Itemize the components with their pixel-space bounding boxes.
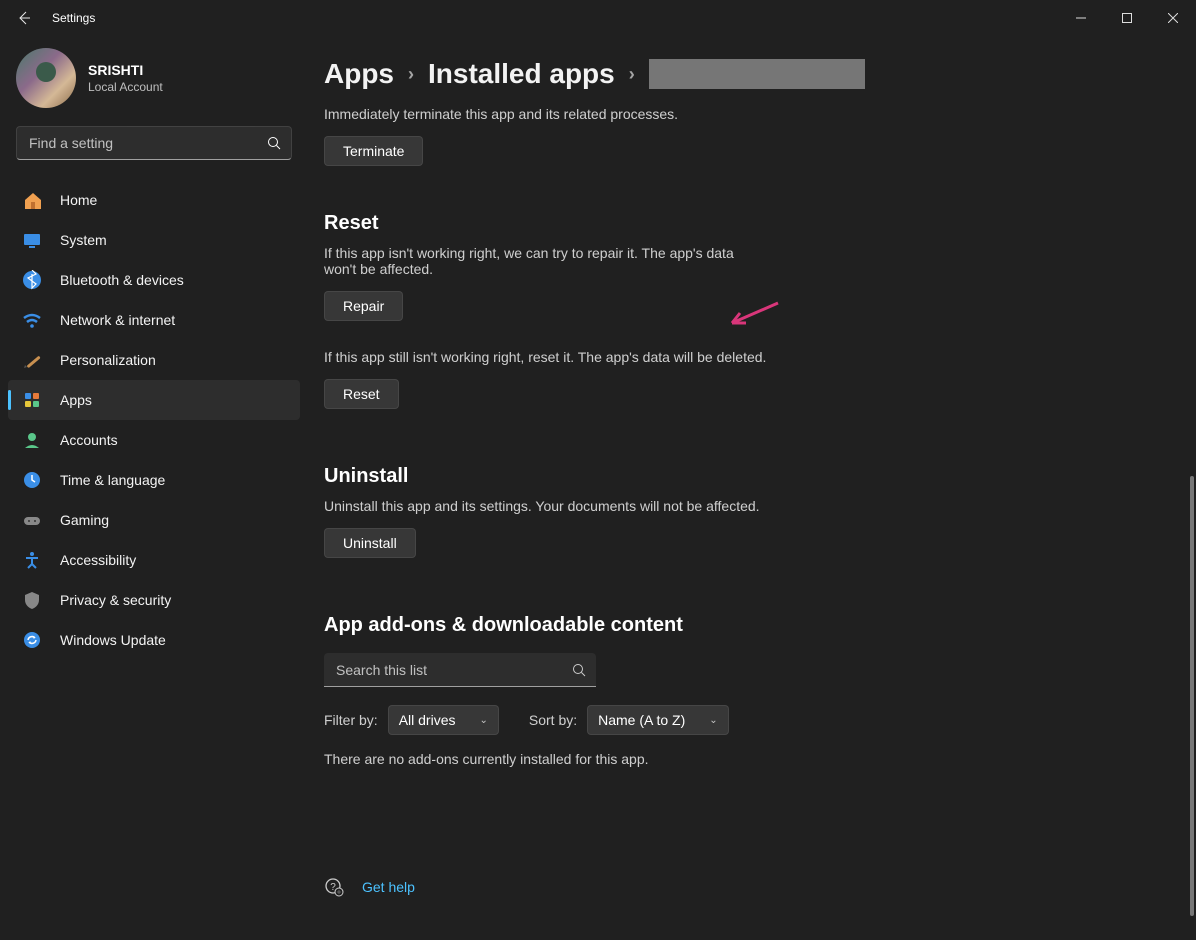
reset-button[interactable]: Reset [324,379,399,409]
sidebar-item-personalization[interactable]: Personalization [8,340,300,380]
sidebar-item-label: Accessibility [60,552,136,568]
filter-label: Filter by: [324,712,378,728]
back-button[interactable] [0,0,48,36]
sidebar-item-label: Privacy & security [60,592,171,608]
sidebar: SRISHTI Local Account Home System Bluetoot… [0,36,308,940]
profile-name: SRISHTI [88,62,163,78]
content: Apps › Installed apps › Immediately term… [308,36,1196,940]
chevron-down-icon: ⌄ [709,715,717,726]
help-icon: ? [324,877,344,897]
crumb-apps[interactable]: Apps [324,58,394,90]
sidebar-item-label: Gaming [60,512,109,528]
search-icon [572,663,586,677]
maximize-button[interactable] [1104,2,1150,34]
avatar [16,48,76,108]
get-help-link[interactable]: Get help [362,879,415,895]
sidebar-item-system[interactable]: System [8,220,300,260]
chevron-down-icon: ⌄ [479,715,487,726]
nav-list: Home System Bluetooth & devices Network & i… [0,180,308,660]
profile-block[interactable]: SRISHTI Local Account [0,44,308,126]
sort-value: Name (A to Z) [598,712,685,728]
sidebar-item-home[interactable]: Home [8,180,300,220]
sort-label: Sort by: [529,712,577,728]
sidebar-item-label: Network & internet [60,312,175,328]
maximize-icon [1122,13,1132,23]
privacy-icon [22,590,42,610]
sidebar-item-accounts[interactable]: Accounts [8,420,300,460]
repair-description: If this app isn't working right, we can … [324,245,744,277]
sidebar-item-update[interactable]: Windows Update [8,620,300,660]
sidebar-item-time[interactable]: Time & language [8,460,300,500]
sidebar-item-apps[interactable]: Apps [8,380,300,420]
system-icon [22,230,42,250]
uninstall-button[interactable]: Uninstall [324,528,416,558]
accounts-icon [22,430,42,450]
window-title: Settings [52,11,95,25]
network-icon [22,310,42,330]
sidebar-item-label: Home [60,192,97,208]
filter-dropdown[interactable]: All drives ⌄ [388,705,499,735]
search-box[interactable] [16,126,292,160]
sidebar-item-label: Bluetooth & devices [60,272,184,288]
reset-title: Reset [324,212,1184,235]
annotation-arrow-icon [726,301,780,329]
crumb-app-redacted [649,59,865,89]
gaming-icon [22,510,42,530]
reset-description: If this app still isn't working right, r… [324,349,1184,365]
sidebar-item-label: Accounts [60,432,118,448]
uninstall-title: Uninstall [324,465,1184,488]
search-icon [267,136,281,150]
chevron-right-icon: › [408,64,414,85]
repair-button[interactable]: Repair [324,291,403,321]
terminate-description: Immediately terminate this app and its r… [324,106,1184,122]
arrow-left-icon [16,10,32,26]
scrollbar[interactable] [1190,476,1194,916]
chevron-right-icon: › [629,64,635,85]
titlebar: Settings [0,0,1196,36]
sidebar-item-label: Personalization [60,352,156,368]
accessibility-icon [22,550,42,570]
minimize-icon [1076,13,1086,23]
search-input[interactable] [17,135,291,151]
sidebar-item-gaming[interactable]: Gaming [8,500,300,540]
sidebar-item-label: Windows Update [60,632,166,648]
uninstall-description: Uninstall this app and its settings. You… [324,498,1184,514]
apps-icon [22,390,42,410]
profile-subtitle: Local Account [88,80,163,94]
sort-dropdown[interactable]: Name (A to Z) ⌄ [587,705,729,735]
sidebar-item-label: Time & language [60,472,165,488]
sidebar-item-accessibility[interactable]: Accessibility [8,540,300,580]
addons-search-box[interactable] [324,653,596,687]
sidebar-item-network[interactable]: Network & internet [8,300,300,340]
addons-empty-message: There are no add-ons currently installed… [324,751,1184,767]
personalization-icon [22,350,42,370]
terminate-button[interactable]: Terminate [324,136,423,166]
minimize-button[interactable] [1058,2,1104,34]
update-icon [22,630,42,650]
sidebar-item-label: System [60,232,107,248]
filter-value: All drives [399,712,456,728]
bluetooth-icon [22,270,42,290]
crumb-installed-apps[interactable]: Installed apps [428,58,615,90]
close-button[interactable] [1150,2,1196,34]
sidebar-item-label: Apps [60,392,92,408]
home-icon [22,190,42,210]
close-icon [1168,13,1178,23]
sidebar-item-bluetooth[interactable]: Bluetooth & devices [8,260,300,300]
time-icon [22,470,42,490]
breadcrumb: Apps › Installed apps › [324,36,1184,96]
sidebar-item-privacy[interactable]: Privacy & security [8,580,300,620]
addons-title: App add-ons & downloadable content [324,614,1184,637]
addons-search-input[interactable] [324,662,596,678]
